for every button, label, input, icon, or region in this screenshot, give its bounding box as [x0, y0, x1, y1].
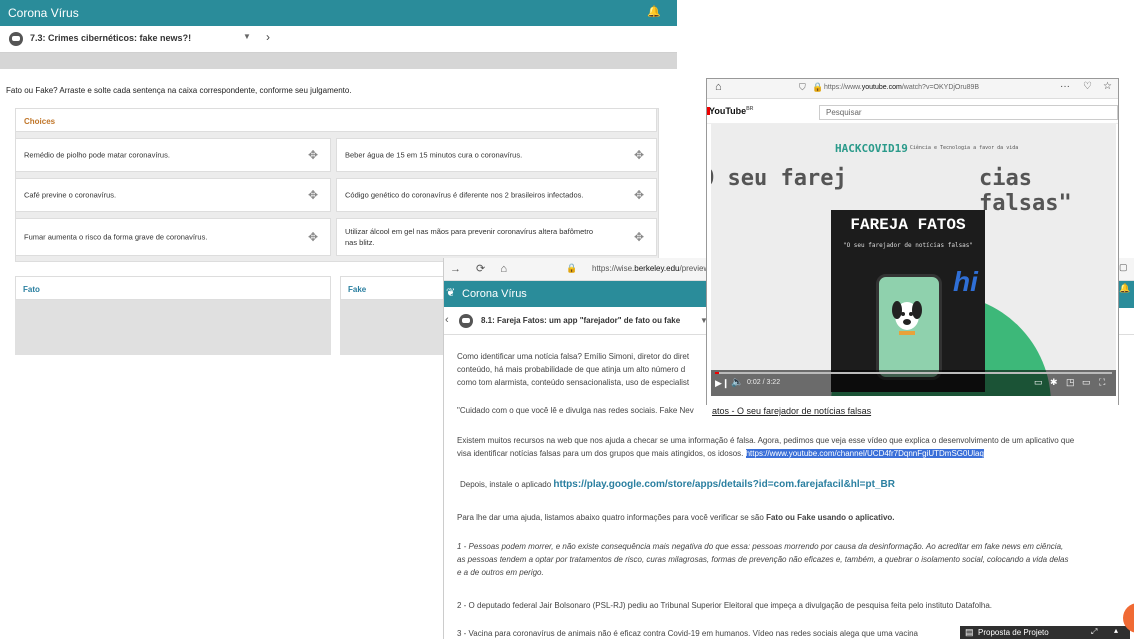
chevron-right-icon[interactable]: › [266, 30, 270, 44]
move-icon[interactable]: ✥ [308, 230, 318, 244]
choice-card[interactable]: Beber água de 15 em 15 minutos cura o co… [336, 138, 657, 172]
video-subtitle: "O seu farejador de notícias falsas" [842, 242, 974, 249]
proposta-label: Proposta de Projeto [978, 628, 1049, 637]
play-store-link[interactable]: https://play.google.com/store/apps/detai… [553, 479, 895, 490]
chevron-left-icon[interactable]: ‹ [445, 314, 449, 326]
theater-icon[interactable]: ▭ [1082, 377, 1091, 388]
pocket-icon[interactable]: ♡ [1083, 81, 1092, 92]
left-instruction: Fato ou Fake? Arraste e solte cada sente… [6, 86, 352, 95]
more-icon[interactable]: ··· [1060, 81, 1070, 92]
bottom-app-title: Corona Vírus [462, 288, 527, 300]
choice-text: Código genético do coronavírus é diferen… [345, 190, 584, 200]
bottom-step-label[interactable]: 8.1: Fareja Fatos: um app "farejador" de… [481, 316, 680, 325]
choice-text: Utilizar álcool em gel nas mãos para pre… [345, 227, 594, 247]
step-icon [459, 314, 473, 328]
paragraph-3: Existem muitos recursos na web que nos a… [457, 436, 1075, 458]
paragraph-1: Como identificar uma notícia falsa? Emíl… [457, 352, 690, 387]
info-item-1: 1 - Pessoas podem morrer, e não existe c… [457, 542, 1069, 577]
dog-icon [892, 301, 922, 335]
video-brand: HACKCOVID19 Ciência e Tecnologia a favor … [835, 142, 1019, 155]
left-app-header: Corona Vírus 🔔 [0, 0, 677, 26]
move-icon[interactable]: ✥ [634, 230, 644, 244]
volume-icon[interactable]: 🔈 [731, 377, 743, 388]
youtube-window: ⌂ ⛉ 🔒 https://www.youtube.com/watch?v=OK… [706, 78, 1119, 409]
youtube-browser-bar: ⌂ ⛉ 🔒 https://www.youtube.com/watch?v=OK… [707, 79, 1118, 99]
move-icon[interactable]: ✥ [634, 188, 644, 202]
choice-card[interactable]: Código genético do coronavírus é diferen… [336, 178, 657, 212]
window-icon-peek: ▢ [1119, 262, 1128, 272]
subtitles-icon[interactable]: ▭ [1034, 377, 1043, 388]
video-player[interactable]: O seu farej cias falsas" HACKCOVID19 Ciên… [711, 124, 1116, 396]
video-background-text: O seu farej cias falsas" [711, 166, 1072, 216]
star-icon[interactable]: ☆ [1103, 81, 1112, 92]
shield-icon: ⛉ [799, 82, 806, 92]
left-divider-bar [0, 53, 677, 69]
lock-icon: 🔒 [566, 263, 578, 273]
video-title: FAREJA FATOS [850, 216, 966, 234]
choice-card[interactable]: Utilizar álcool em gel nas mãos para pre… [336, 218, 657, 256]
video-time: 0:02 / 3:22 [747, 379, 781, 386]
choices-header-label: Choices [24, 117, 56, 126]
paragraph-2: "Cuidado com o que você lê e divulga nas… [457, 406, 694, 415]
left-step-nav: 7.3: Crimes cibernéticos: fake news?! ▼ … [0, 26, 677, 53]
home-icon[interactable]: ⌂ [715, 81, 722, 93]
channel-link[interactable]: https://www.youtube.com/channel/UCD4fr7D… [745, 449, 984, 458]
fullscreen-icon[interactable]: ⛶ [1099, 377, 1105, 388]
expand-icon[interactable]: ⤢ [1091, 627, 1097, 637]
browser-nav-icons[interactable]: → ⟳ ⌂ [450, 262, 513, 275]
left-step-label[interactable]: 7.3: Crimes cibernéticos: fake news?! [30, 33, 191, 43]
play-icon[interactable]: ▶❙ [715, 378, 729, 389]
paragraph-5: Para lhe dar uma ajuda, listamos abaixo … [457, 513, 895, 522]
bell-icon[interactable]: 🔔 [647, 5, 661, 18]
app-logo-icon: ❦ [446, 287, 456, 299]
fake-label: Fake [348, 285, 367, 294]
video-caption: atos - O seu farejador de notícias falsa… [706, 405, 1126, 419]
choice-text: Café previne o coronavírus. [24, 190, 117, 200]
info-item-2: 2 - O deputado federal Jair Bolsonaro (P… [457, 601, 992, 610]
choice-text: Fumar aumenta o risco da forma grave de … [24, 232, 208, 242]
video-progress-track[interactable] [715, 372, 1112, 374]
chevron-down-icon[interactable]: ▼ [243, 32, 251, 41]
youtube-logo[interactable]: YouTubeBR [707, 106, 753, 116]
fato-header: Fato [15, 276, 331, 300]
document-icon: ▤ [965, 627, 974, 637]
choice-card[interactable]: Remédio de piolho pode matar coronavírus… [15, 138, 331, 172]
fato-dropzone[interactable]: Fato [15, 276, 331, 355]
video-progress-fill [715, 372, 719, 374]
video-hi-text: hi [953, 266, 978, 297]
youtube-search-input[interactable]: Pesquisar [819, 105, 1118, 120]
proposta-panel[interactable]: ▤ Proposta de Projeto ⤢ ▴ [960, 626, 1130, 639]
left-app-title: Corona Vírus [8, 6, 79, 20]
chevron-up-icon[interactable]: ▴ [1114, 626, 1118, 635]
bottom-url[interactable]: https://wise.berkeley.edu/preview/ [592, 264, 711, 273]
settings-icon[interactable]: ✱ [1050, 377, 1058, 388]
paragraph-4: Depois, instale o aplicado https://play.… [460, 479, 895, 490]
choices-header: Choices [15, 108, 657, 132]
move-icon[interactable]: ✥ [308, 148, 318, 162]
lock-icon: 🔒 [812, 82, 824, 92]
move-icon[interactable]: ✥ [634, 148, 644, 162]
choice-text: Beber água de 15 em 15 minutos cura o co… [345, 150, 523, 160]
miniplayer-icon[interactable]: ◳ [1066, 377, 1075, 388]
fato-label: Fato [23, 285, 40, 294]
step-icon [9, 32, 23, 46]
move-icon[interactable]: ✥ [308, 188, 318, 202]
bell-icon[interactable]: 🔔 [1119, 283, 1134, 308]
youtube-url[interactable]: https://www.youtube.com/watch?v=OKYDjOru… [824, 84, 979, 91]
choice-card[interactable]: Fumar aumenta o risco da forma grave de … [15, 218, 331, 256]
choice-text: Remédio de piolho pode matar coronavírus… [24, 150, 170, 160]
choice-card[interactable]: Café previne o coronavírus. ✥ [15, 178, 331, 212]
info-item-3: 3 - Vacina para coronavírus de animais n… [457, 629, 918, 638]
